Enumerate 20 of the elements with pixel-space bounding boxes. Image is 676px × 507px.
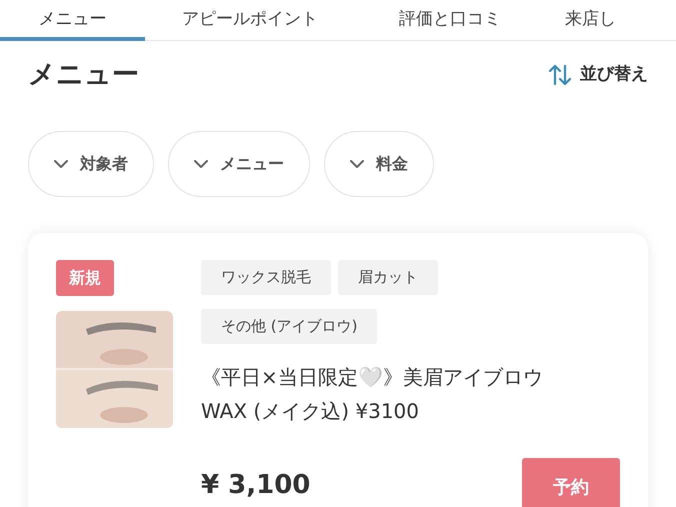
filter-button[interactable]: 料金 (324, 131, 434, 197)
chevron-down-icon (54, 160, 68, 168)
sort-button[interactable]: 並び替え (548, 62, 648, 88)
tab[interactable]: 来店し (545, 0, 676, 41)
chevron-down-icon (350, 160, 364, 168)
new-badge: 新規 (56, 260, 114, 296)
tag: 眉カット (338, 260, 438, 295)
price: ¥ 3,100 (201, 470, 310, 500)
section-heading: メニュー (28, 58, 139, 92)
sort-label: 並び替え (580, 63, 648, 86)
tab[interactable]: 評価と口コミ (355, 0, 545, 41)
chevron-down-icon (194, 160, 208, 168)
filter-button[interactable]: 対象者 (28, 131, 154, 197)
menu-title: 《平日×当日限定🤍》美眉アイブロウ WAX (メイク込) ¥3100 (201, 364, 544, 425)
sort-icon (548, 64, 572, 86)
tag: その他 (アイブロウ) (201, 309, 378, 344)
tag: ワックス脱毛 (201, 260, 331, 295)
filter-button[interactable]: メニュー (168, 131, 310, 197)
tab[interactable]: アピールポイント (145, 0, 355, 41)
tab[interactable]: メニュー (0, 0, 145, 41)
